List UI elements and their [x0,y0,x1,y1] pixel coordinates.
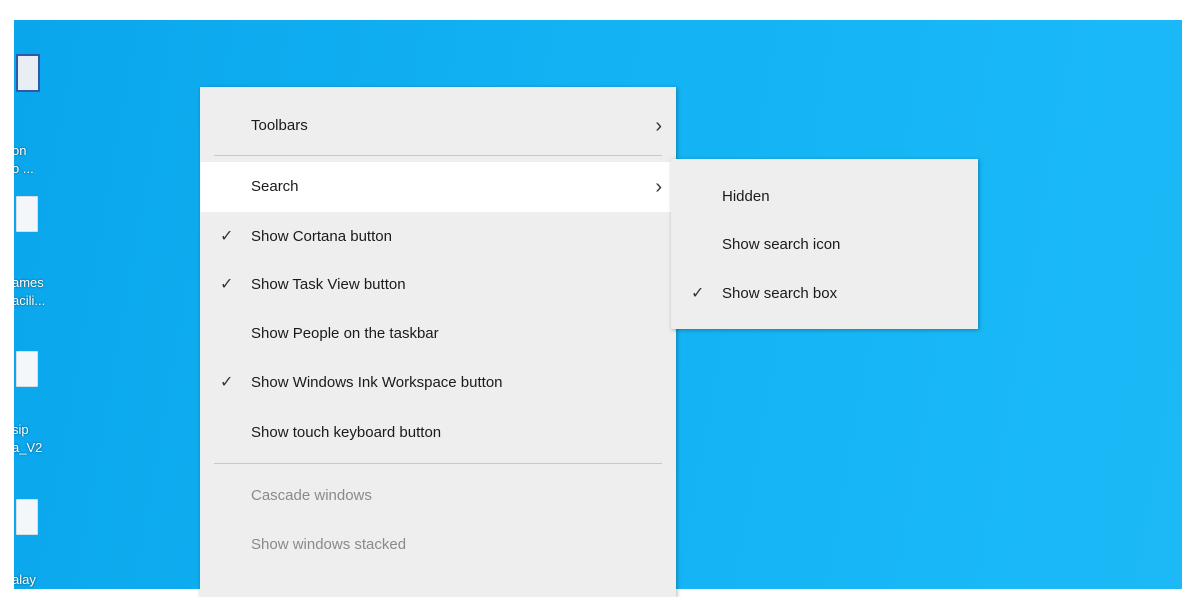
checkmark-icon: ✓ [691,285,705,302]
menu-item-label: Cascade windows [251,487,372,504]
chevron-right-icon: › [655,115,662,137]
checkmark-icon: ✓ [220,374,234,391]
menu-item-label: Toolbars [251,117,308,134]
submenu-item-hidden[interactable]: Hidden [671,172,978,222]
submenu-item-label: Hidden [722,188,770,205]
file-icon [16,351,38,387]
menu-item-cascade-windows[interactable]: Cascade windows [200,471,676,521]
menu-item-show-task-view-button[interactable]: ✓ Show Task View button [200,260,676,310]
menu-item-label: Show Windows Ink Workspace button [251,374,503,391]
desktop-icon-label-2: a_V2 [14,440,43,455]
submenu-item-show-search-box[interactable]: ✓ Show search box [671,269,978,319]
menu-item-label: Show windows stacked [251,536,407,553]
menu-item-search[interactable]: Search › [200,162,676,212]
menu-item-label: Search [251,178,299,195]
desktop-icon-label-1: sip [14,422,29,437]
file-icon [16,499,38,535]
desktop-icon[interactable]: alay [14,495,74,589]
menu-item-show-cortana-button[interactable]: ✓ Show Cortana button [200,212,676,262]
menu-item-show-windows-stacked[interactable]: Show windows stacked [200,520,676,570]
menu-separator [214,463,662,464]
menu-item-show-people[interactable]: Show People on the taskbar [200,309,676,359]
shortcut-icon [16,54,40,92]
desktop-icon-label-1: alay [14,572,36,587]
checkmark-icon: ✓ [220,228,234,245]
menu-item-label: Show Task View button [251,276,406,293]
submenu-item-show-search-icon[interactable]: Show search icon [671,220,978,270]
menu-item-label: Show People on the taskbar [251,325,439,342]
desktop-icon-label-2: acili... [14,293,46,308]
desktop-icon-label-1: ames [14,275,44,290]
menu-item-label: Show touch keyboard button [251,424,442,441]
desktop-icon[interactable]: on o ... [14,48,74,176]
submenu-item-label: Show search box [722,285,838,302]
window-top-strip [0,0,1182,20]
chevron-right-icon: › [655,176,662,198]
menu-item-show-ink-workspace-button[interactable]: ✓ Show Windows Ink Workspace button [200,358,676,408]
desktop-icon-label-1: on [14,143,27,158]
checkmark-icon: ✓ [220,276,234,293]
menu-separator [214,155,662,156]
search-submenu: Hidden Show search icon ✓ Show search bo… [671,159,978,329]
desktop-icon-label-2: o ... [14,161,34,176]
menu-item-show-touch-keyboard-button[interactable]: Show touch keyboard button [200,408,676,458]
desktop-icon[interactable]: sip a_V2 [14,345,74,465]
window-left-border [0,0,14,589]
desktop-icon[interactable]: ames acili... [14,190,74,320]
taskbar-context-menu: Toolbars › Search › ✓ Show Cortana butto… [200,87,676,597]
file-icon [16,196,38,232]
submenu-item-label: Show search icon [722,236,841,253]
menu-item-label: Show Cortana button [251,228,392,245]
menu-item-toolbars[interactable]: Toolbars › [200,101,676,151]
